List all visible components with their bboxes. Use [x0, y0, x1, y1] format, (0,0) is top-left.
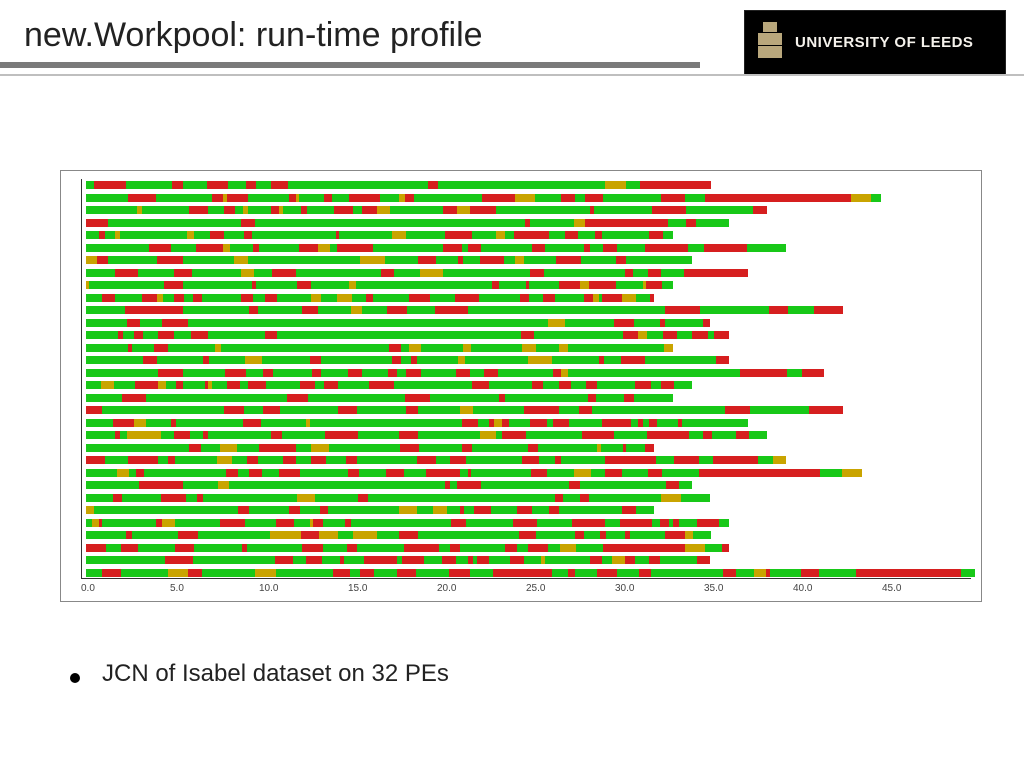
pe-row [86, 219, 730, 227]
bullet-text: JCN of Isabel dataset on 32 PEs [102, 660, 449, 688]
x-tick: 0.0 [81, 583, 170, 597]
x-tick: 20.0 [437, 583, 526, 597]
pe-row [86, 231, 673, 239]
pe-row [86, 306, 843, 314]
bullet-item: JCN of Isabel dataset on 32 PEs [70, 660, 449, 688]
chart-x-axis: 0.05.010.015.020.025.030.035.040.045.0 [81, 583, 971, 597]
x-tick: 40.0 [793, 583, 882, 597]
pe-row [86, 456, 787, 464]
x-tick: 25.0 [526, 583, 615, 597]
pe-row [86, 356, 730, 364]
pe-row [86, 331, 730, 339]
pe-row [86, 431, 768, 439]
pe-row [86, 544, 730, 552]
pe-row [86, 181, 711, 189]
pe-row [86, 494, 711, 502]
pe-row [86, 269, 749, 277]
pe-row [86, 556, 711, 564]
divider-light [0, 74, 1024, 76]
pe-row [86, 394, 673, 402]
slide: new.Workpool: run-time profile UNIVERSIT… [0, 0, 1024, 768]
pe-row [86, 369, 825, 377]
pe-row [86, 344, 673, 352]
pe-row [86, 256, 692, 264]
pe-row [86, 194, 881, 202]
pe-row [86, 319, 711, 327]
x-tick: 35.0 [704, 583, 793, 597]
pe-row [86, 406, 843, 414]
logo-text: UNIVERSITY OF LEEDS [795, 35, 973, 52]
runtime-profile-chart: 0.05.010.015.020.025.030.035.040.045.0 [60, 170, 982, 602]
pe-row [86, 244, 787, 252]
bullet-icon [70, 673, 80, 683]
parkinson-tower-icon [755, 21, 785, 65]
pe-row [86, 531, 711, 539]
page-title: new.Workpool: run-time profile [24, 16, 483, 55]
chart-plot-area [81, 179, 971, 579]
pe-row [86, 419, 749, 427]
pe-row [86, 569, 976, 577]
x-tick: 15.0 [348, 583, 437, 597]
pe-row [86, 281, 673, 289]
pe-row [86, 519, 730, 527]
x-tick: 30.0 [615, 583, 704, 597]
x-tick: 10.0 [259, 583, 348, 597]
pe-row [86, 506, 654, 514]
pe-row [86, 381, 692, 389]
divider-heavy [0, 62, 700, 68]
x-tick: 5.0 [170, 583, 259, 597]
pe-row [86, 206, 768, 214]
university-logo: UNIVERSITY OF LEEDS [744, 10, 1006, 76]
pe-row [86, 294, 654, 302]
pe-row [86, 444, 654, 452]
pe-row [86, 481, 692, 489]
pe-row [86, 469, 862, 477]
x-tick: 45.0 [882, 583, 971, 597]
